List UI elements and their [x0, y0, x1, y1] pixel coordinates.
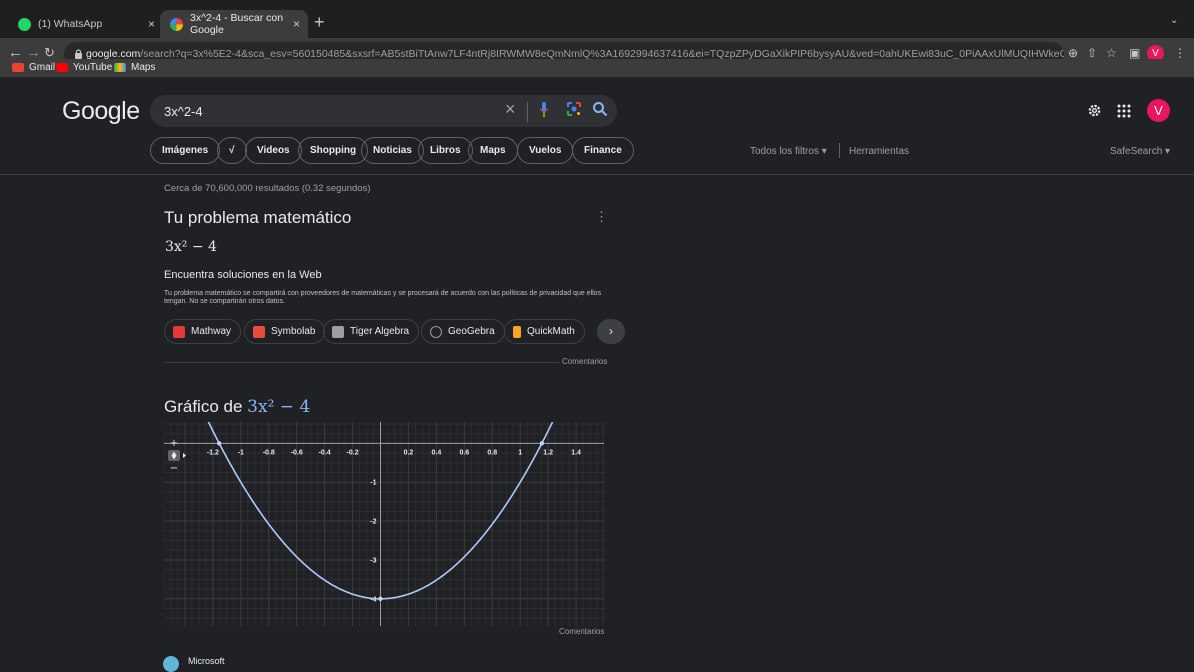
source-quickmath[interactable]: QuickMath [504, 319, 585, 344]
google-lens-icon[interactable] [566, 101, 582, 117]
google-icon [170, 17, 183, 31]
lock-icon[interactable] [74, 49, 83, 59]
y-tick-label: -4 [370, 596, 376, 603]
result-stats: Cerca de 70,600,000 resultados (0.32 seg… [164, 183, 371, 194]
bookmark-maps[interactable]: Maps [114, 60, 155, 75]
y-tick-label: -2 [370, 519, 376, 526]
y-tick-label: -1 [370, 480, 376, 487]
chip-videos[interactable]: Videos [245, 137, 302, 164]
tab-search-chevron-icon[interactable]: ⌄ [1170, 15, 1178, 26]
find-solutions-heading: Encuentra soluciones en la Web [164, 269, 322, 281]
source-symbolab[interactable]: Symbolab [244, 319, 326, 344]
source-mathway[interactable]: Mathway [164, 319, 242, 344]
close-tab-icon[interactable]: × [148, 17, 155, 31]
x-tick-label: 0.8 [487, 449, 497, 456]
source-tiger-algebra[interactable]: Tiger Algebra [323, 319, 420, 344]
tab-whatsapp[interactable]: (1) WhatsApp × [8, 10, 163, 38]
chip-shopping[interactable]: Shopping [298, 137, 369, 164]
graph-title-expression: 3x² − 4 [247, 397, 311, 417]
tab-title: (1) WhatsApp [38, 18, 103, 30]
x-tick-label: -0.4 [319, 449, 331, 456]
x-tick-label: 0.4 [432, 449, 442, 456]
chip-maps[interactable]: Maps [468, 137, 518, 164]
account-avatar[interactable]: V [1147, 99, 1170, 122]
x-tick-label: 1.2 [543, 449, 553, 456]
math-problem-title: Tu problema matemático [164, 208, 352, 227]
zoom-in-button[interactable]: + [170, 438, 178, 449]
safesearch-dropdown[interactable]: SafeSearch ▾ [1110, 146, 1170, 157]
maps-icon [114, 63, 126, 72]
feedback-link[interactable]: Comentarios [559, 357, 608, 366]
x-tick-label: 1 [518, 449, 522, 456]
bookmarks-bar [0, 59, 1194, 77]
microphone-icon[interactable] [540, 102, 548, 117]
gmail-icon [12, 63, 24, 72]
x-tick-label: -1 [238, 449, 244, 456]
chip-imagenes[interactable]: Imágenes [150, 137, 221, 164]
header-divider [0, 174, 1194, 175]
symbolab-icon [253, 325, 265, 338]
x-tick-label: -0.2 [347, 449, 359, 456]
chip-libros[interactable]: Libros [418, 137, 473, 164]
source-geogebra[interactable]: GeoGebra [421, 319, 505, 344]
next-sources-button[interactable]: › [597, 319, 625, 344]
x-tick-label: 0.6 [459, 449, 469, 456]
tab-title: 3x^2-4 - Buscar con Google [190, 12, 284, 36]
clear-search-icon[interactable]: × [505, 99, 516, 120]
google-logo[interactable]: Google [62, 97, 140, 126]
bookmark-youtube[interactable]: YouTube [56, 60, 112, 75]
tiger-algebra-icon [332, 325, 344, 338]
filters-divider [839, 143, 840, 158]
chip-noticias[interactable]: Noticias [361, 137, 424, 164]
feedback-link[interactable]: Comentarios [559, 627, 604, 636]
key-point [378, 596, 383, 601]
chip-finance[interactable]: Finance [572, 137, 634, 164]
x-tick-label: -0.8 [263, 449, 275, 456]
more-options-icon[interactable]: ⋮ [595, 209, 608, 225]
graph-title: Gráfico de 3x² − 4 [164, 397, 311, 417]
google-apps-icon[interactable] [1117, 104, 1131, 118]
math-expression: 3x² − 4 [165, 239, 217, 255]
mathway-icon [173, 325, 185, 338]
zoom-out-button[interactable]: − [170, 463, 178, 474]
function-curve [207, 422, 554, 600]
section-divider [164, 362, 604, 363]
bookmark-gmail[interactable]: Gmail [12, 60, 55, 75]
function-graph[interactable]: -1.2 -1 -0.8 -0.6 -0.4 -0.2 0.2 0.4 0.6 0.8 1 1.2 1.… [164, 422, 604, 626]
whatsapp-icon [18, 17, 31, 31]
key-point [539, 441, 545, 446]
microsoft-logo [163, 656, 179, 672]
tools-button[interactable]: Herramientas [849, 146, 909, 157]
x-tick-label: 1.4 [571, 449, 581, 456]
geogebra-icon [430, 325, 442, 338]
tab-google-search[interactable]: 3x^2-4 - Buscar con Google × [160, 10, 308, 38]
close-tab-icon[interactable]: × [293, 17, 300, 31]
search-icon[interactable] [592, 101, 608, 117]
settings-gear-icon[interactable] [1087, 103, 1102, 118]
chip-sqrt[interactable]: √ [217, 137, 247, 164]
next-result-source[interactable]: Microsoft [188, 656, 225, 666]
x-tick-label: -0.6 [291, 449, 303, 456]
x-tick-label: -1.2 [207, 449, 219, 456]
quickmath-icon [513, 325, 521, 338]
privacy-notice: Tu problema matemático se compartirá con… [164, 290, 602, 305]
key-point [216, 441, 222, 446]
new-tab-button[interactable]: + [314, 13, 325, 31]
search-divider [527, 102, 528, 122]
all-filters-dropdown[interactable]: Todos los filtros ▾ [750, 146, 827, 157]
chip-vuelos[interactable]: Vuelos [517, 137, 574, 164]
search-input[interactable]: 3x^2-4 [164, 104, 203, 119]
x-tick-label: 0.2 [404, 449, 414, 456]
youtube-icon [56, 63, 68, 72]
y-tick-label: -3 [370, 557, 376, 564]
